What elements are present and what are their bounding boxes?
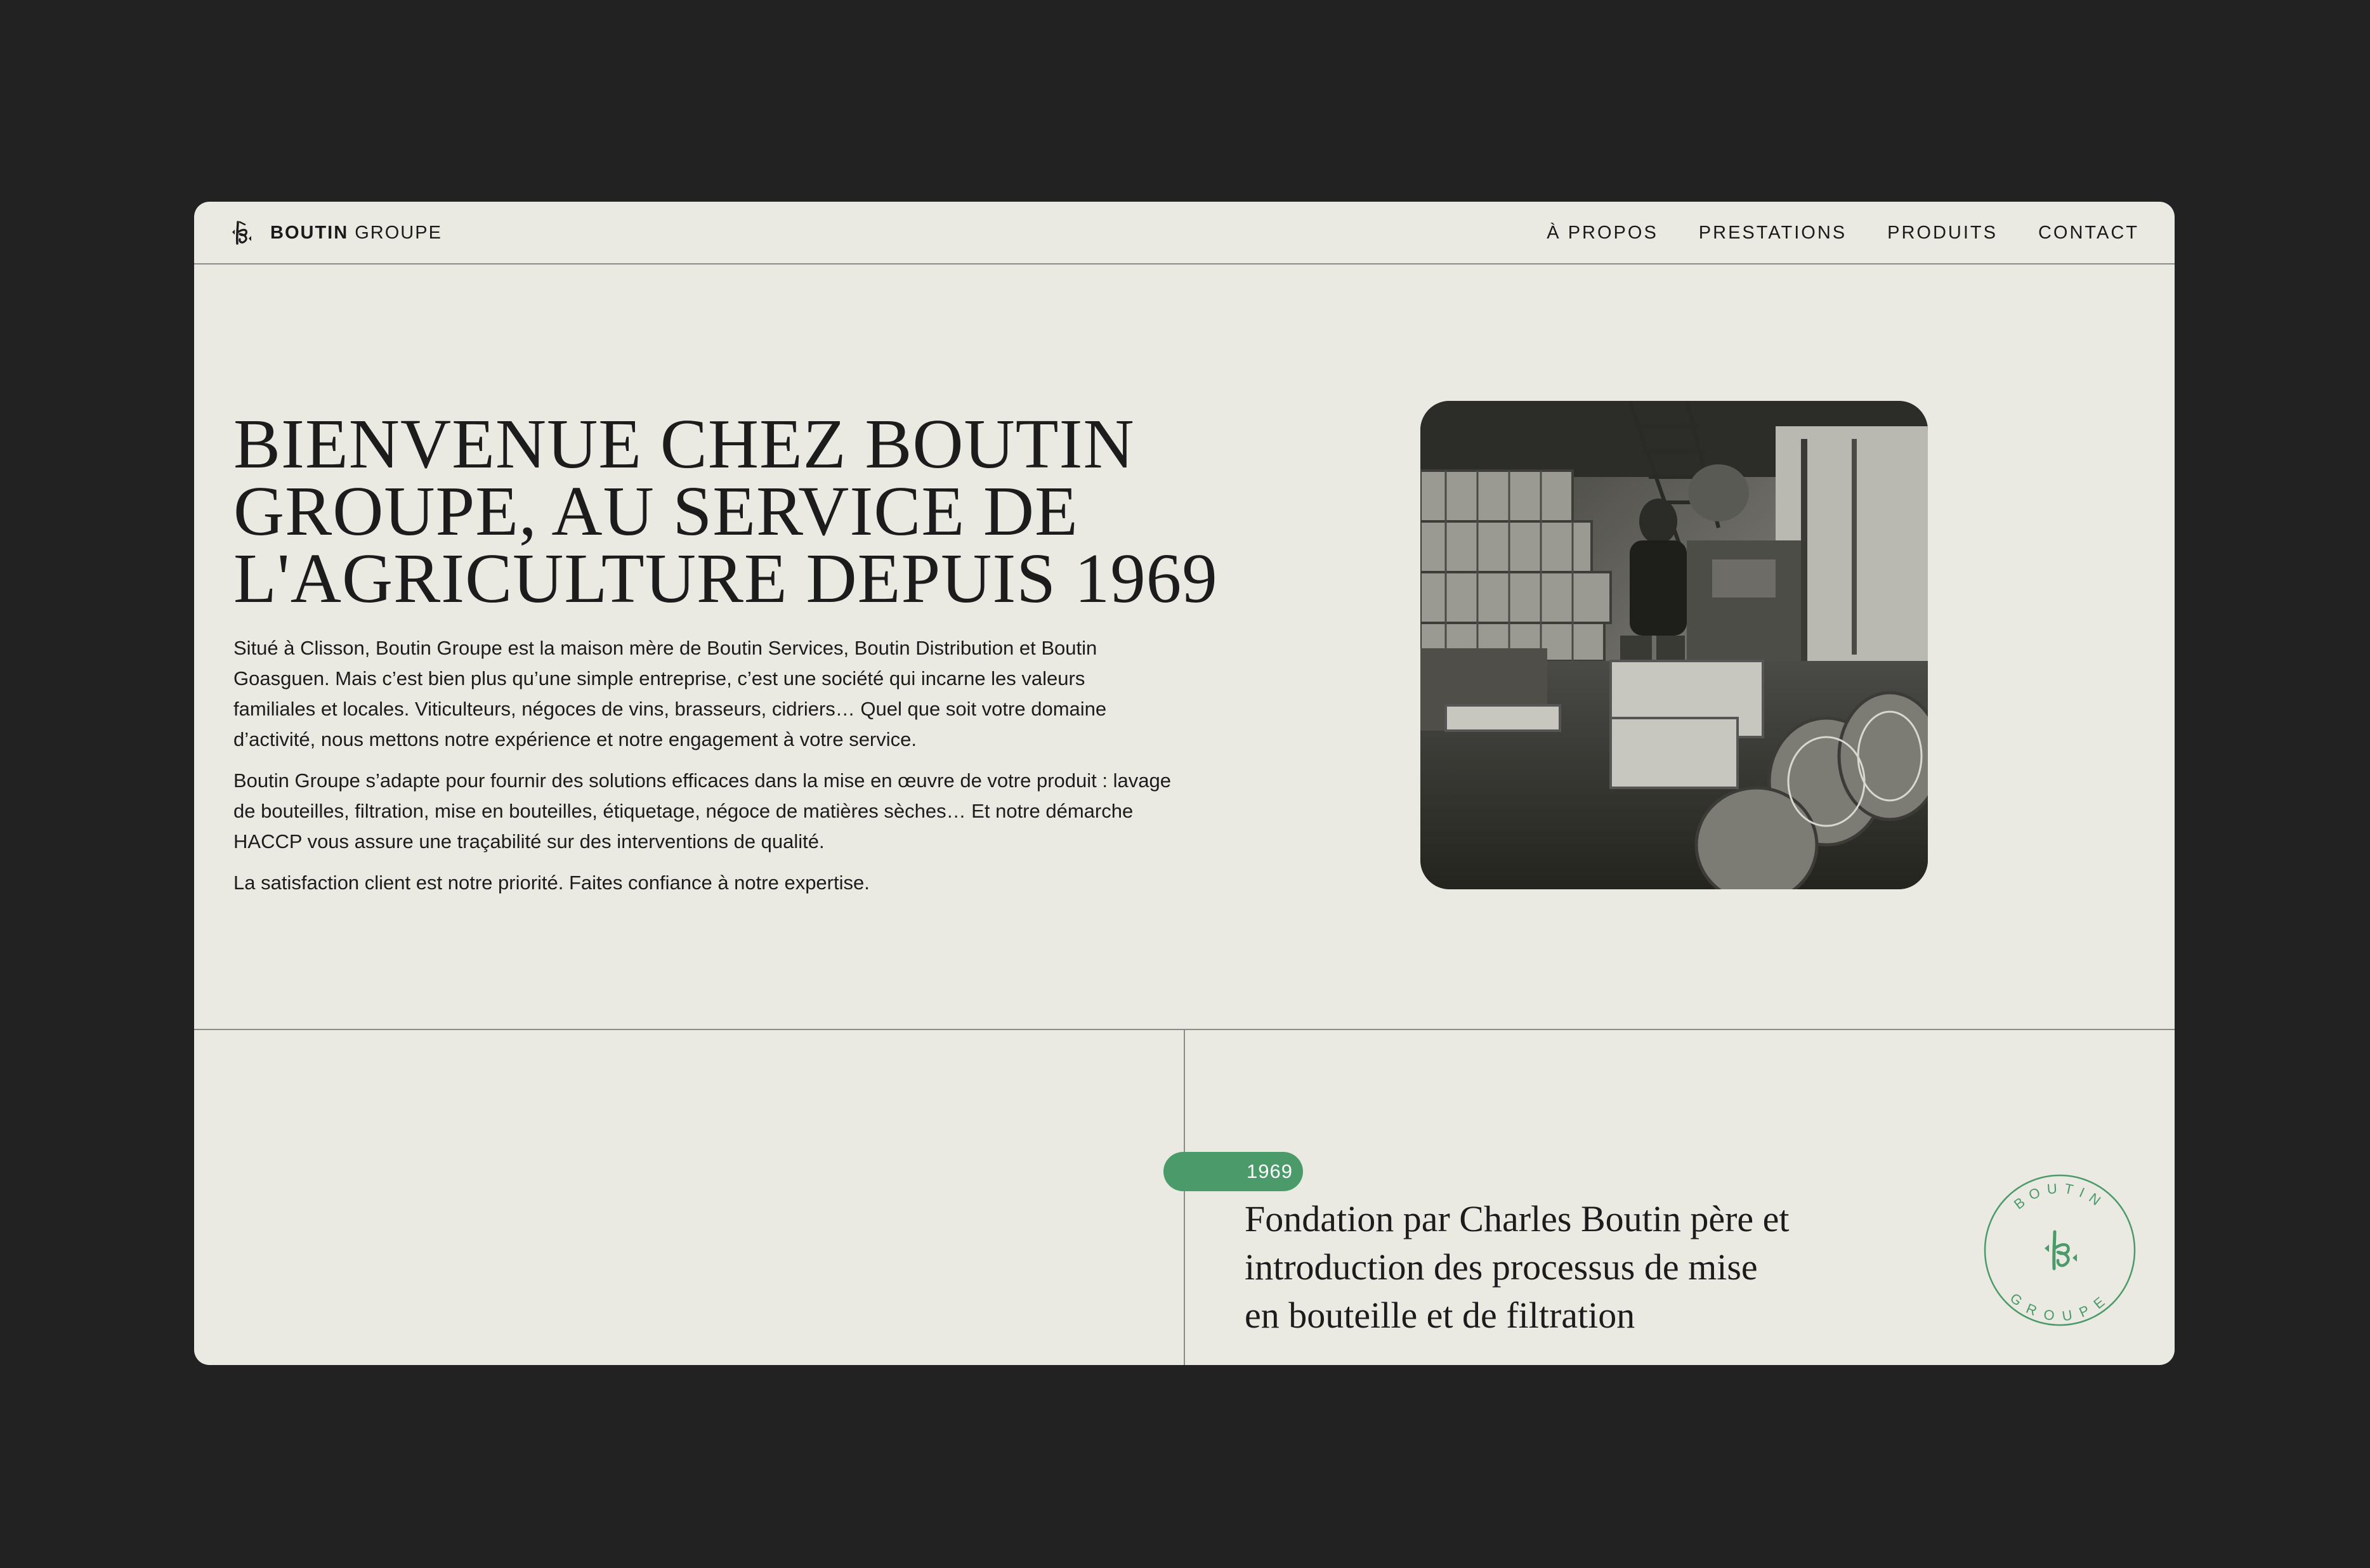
hero-title-line-1: BIENVENUE CHEZ BOUTIN [233,405,1135,483]
nav-item-produits[interactable]: PRODUITS [1887,221,1998,245]
hero-paragraph-3: La satisfaction client est notre priorit… [233,872,870,894]
boutin-monogram-icon [2045,1230,2077,1271]
seal-top-text: BOUTIN [2011,1180,2102,1212]
hero-paragraph-2: Boutin Groupe s’adapte pour fournir des … [233,769,1171,853]
boutin-seal-logo: BOUTIN GROUPE [1984,1174,2136,1326]
hero-paragraph-1: Situé à Clisson, Boutin Groupe est la ma… [233,637,1107,750]
hero-title-line-2: GROUPE, AU SERVICE DE [233,473,1078,551]
site-header: BOUTIN GROUPE À PROPOS PRESTATIONS PRODU… [194,202,2175,265]
hero-body: Situé à Clisson, Boutin Groupe est la ma… [233,633,1172,909]
brand-name: BOUTIN GROUPE [270,222,442,243]
nav-item-contact[interactable]: CONTACT [2038,221,2139,245]
seal-bottom-text: GROUPE [2007,1290,2106,1324]
timeline-event-text: Fondation par Charles Boutin père et int… [1245,1198,1790,1336]
vintage-bottling-photo [1420,401,1928,889]
nav-item-prestations[interactable]: PRESTATIONS [1699,221,1847,245]
hero-title: BIENVENUE CHEZ BOUTIN GROUPE, AU SERVICE… [233,405,1248,618]
brand-logo-link[interactable]: BOUTIN GROUPE [227,218,442,247]
svg-text:GROUPE: GROUPE [2007,1290,2112,1324]
nav-item-a-propos[interactable]: À PROPOS [1547,221,1658,245]
main-nav: À PROPOS PRESTATIONS PRODUITS CONTACT [1506,221,2139,245]
timeline-line [1184,1030,1185,1365]
website-frame: BOUTIN GROUPE À PROPOS PRESTATIONS PRODU… [194,202,2175,1365]
boutin-monogram-icon [232,221,251,245]
svg-text:BOUTIN: BOUTIN [2011,1180,2109,1212]
hero-title-line-3: L'AGRICULTURE DEPUIS 1969 [233,540,1218,618]
timeline-year-badge: 1969 [1163,1152,1303,1191]
